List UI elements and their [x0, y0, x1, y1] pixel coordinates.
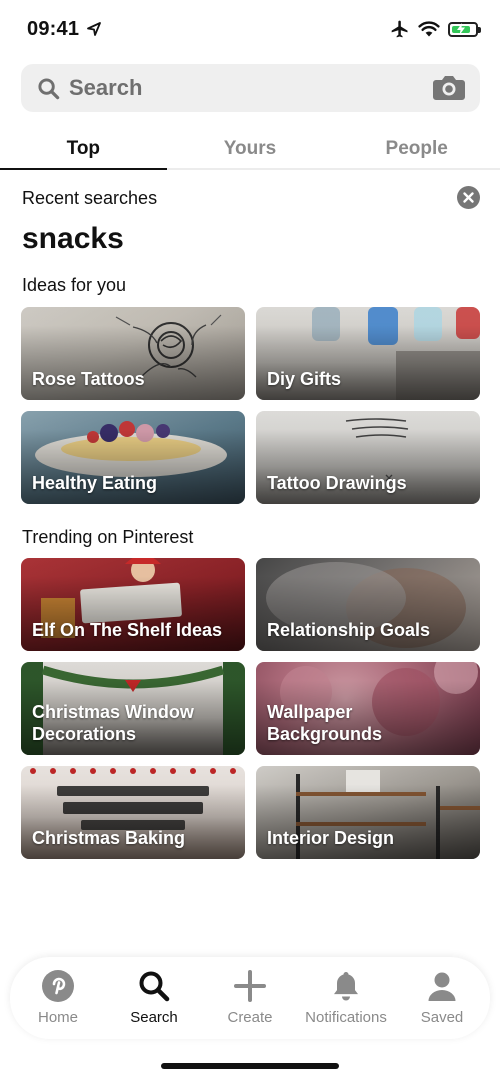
tile-label: Diy Gifts [267, 369, 342, 389]
search-icon [139, 971, 170, 1002]
trending-tile-christmas-baking[interactable]: Christmas Baking [21, 766, 245, 859]
tile-label: Healthy Eating [32, 473, 158, 493]
nav-saved[interactable]: Saved [397, 957, 487, 1039]
nav-label: Saved [420, 1009, 464, 1026]
trending-tile-relationship-goals[interactable]: Relationship Goals [256, 558, 480, 651]
tab-yours[interactable]: Yours [167, 128, 334, 168]
idea-tile-diy-gifts[interactable]: Diy Gifts [256, 307, 480, 400]
recent-search-item[interactable]: snacks [22, 222, 124, 256]
clear-recent-button[interactable] [457, 186, 480, 209]
status-time: 09:41 [27, 18, 80, 40]
search-icon [38, 78, 60, 100]
tab-top[interactable]: Top [0, 128, 167, 170]
bottom-navigation: Home Search Create Notifications Saved [10, 957, 490, 1039]
nav-label: Search [130, 1009, 178, 1026]
search-input[interactable] [69, 64, 419, 112]
battery-icon [448, 21, 481, 37]
tile-label: Interior Design [267, 828, 395, 848]
close-icon [463, 192, 474, 203]
recent-searches-heading: Recent searches [22, 188, 158, 208]
tile-label: Tattoo Drawings [267, 473, 407, 493]
airplane-icon [391, 20, 408, 38]
tile-label: Elf On The Shelf Ideas [32, 620, 223, 640]
tile-label: Christmas Baking [32, 828, 186, 848]
tile-label: Rose Tattoos [32, 369, 145, 389]
search-bar[interactable] [21, 64, 480, 112]
plus-icon [234, 970, 266, 1002]
camera-icon[interactable] [432, 74, 466, 102]
idea-tile-healthy-eating[interactable]: Healthy Eating [21, 411, 245, 504]
tab-people[interactable]: People [333, 128, 500, 168]
ideas-heading: Ideas for you [22, 275, 127, 295]
tile-label: Wallpaper Backgrounds [267, 702, 383, 744]
tile-label: Relationship Goals [267, 620, 431, 640]
status-bar: 09:41 [0, 0, 500, 60]
trending-grid: Elf On The Shelf Ideas Relationship Goal… [21, 558, 480, 859]
profile-icon [428, 972, 456, 1001]
trending-tile-interior-design[interactable]: Interior Design [256, 766, 480, 859]
nav-label: Notifications [305, 1009, 387, 1026]
nav-notifications[interactable]: Notifications [301, 957, 391, 1039]
nav-label: Create [227, 1009, 273, 1026]
location-arrow-icon [87, 22, 101, 36]
nav-create[interactable]: Create [205, 957, 295, 1039]
idea-tile-tattoo-drawings[interactable]: Tattoo Drawings [256, 411, 480, 504]
pinterest-logo-icon [42, 970, 74, 1002]
wifi-icon [418, 21, 440, 37]
idea-tile-rose-tattoos[interactable]: Rose Tattoos [21, 307, 245, 400]
bell-icon [334, 972, 358, 1001]
nav-home[interactable]: Home [13, 957, 103, 1039]
trending-tile-christmas-window-decorations[interactable]: Christmas Window Decorations [21, 662, 245, 755]
trending-tile-elf-on-the-shelf[interactable]: Elf On The Shelf Ideas [21, 558, 245, 651]
nav-search[interactable]: Search [109, 957, 199, 1039]
nav-label: Home [37, 1009, 78, 1026]
trending-tile-wallpaper-backgrounds[interactable]: Wallpaper Backgrounds [256, 662, 480, 755]
ideas-grid: Rose Tattoos Diy Gifts Healthy Eating Ta… [21, 307, 480, 504]
charging-bolt-icon [456, 23, 465, 35]
tile-label: Christmas Window Decorations [32, 702, 194, 744]
trending-heading: Trending on Pinterest [22, 527, 194, 547]
search-tabs: Top Yours People [0, 128, 500, 170]
status-indicators [390, 19, 481, 39]
home-indicator[interactable] [161, 1063, 339, 1069]
